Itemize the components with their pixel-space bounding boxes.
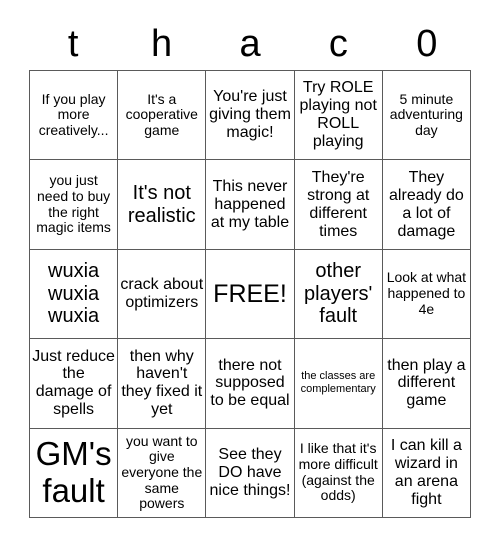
bingo-card: t h a c 0 If you play more creatively...… xyxy=(0,0,500,544)
header-letter-2: h xyxy=(151,23,173,65)
bingo-cell-label: then play a different game xyxy=(387,356,466,410)
bingo-cell[interactable]: You're just giving them magic! xyxy=(206,71,295,161)
bingo-cell-label: Try ROLE playing not ROLL playing xyxy=(299,79,377,151)
bingo-cell-label: I can kill a wizard in an arena fight xyxy=(390,436,462,508)
bingo-cell[interactable]: Look at what happened to 4e xyxy=(382,249,471,340)
header-letter-1: t xyxy=(67,23,79,65)
bingo-cell-label: I like that it's more difficult (against… xyxy=(298,440,378,504)
bingo-cell-label: If you play more creatively... xyxy=(38,90,109,139)
bingo-cell[interactable]: 5 minute adventuring day xyxy=(382,71,471,161)
bingo-cell[interactable]: See they DO have nice things! xyxy=(206,428,295,518)
bingo-cell[interactable]: They're strong at different times xyxy=(294,160,383,250)
bingo-cell-label: It's a cooperative game xyxy=(125,90,198,139)
header-letter-4: c xyxy=(328,23,348,65)
bingo-cell-label: 5 minute adventuring day xyxy=(389,90,463,139)
bingo-cell[interactable]: wuxia wuxia wuxia xyxy=(30,249,119,340)
bingo-cell[interactable]: This never happened at my table xyxy=(206,160,295,250)
bingo-cell[interactable]: then play a different game xyxy=(382,339,471,429)
bingo-cell[interactable]: It's a cooperative game xyxy=(118,71,207,161)
bingo-cell[interactable]: They already do a lot of damage xyxy=(382,160,471,250)
bingo-cell-label: FREE! xyxy=(213,279,287,308)
bingo-cell-label: Look at what happened to 4e xyxy=(386,269,467,317)
bingo-cell[interactable]: Just reduce the damage of spells xyxy=(30,339,119,429)
bingo-header-letters: t h a c 0 xyxy=(29,18,471,70)
bingo-cell-label: This never happened at my table xyxy=(210,177,290,231)
bingo-cell-label: you just need to buy the right magic ite… xyxy=(36,172,111,236)
bingo-cell[interactable]: you just need to buy the right magic ite… xyxy=(30,160,119,250)
bingo-grid: If you play more creatively... It's a co… xyxy=(29,70,471,518)
bingo-cell-label: They already do a lot of damage xyxy=(389,168,464,240)
bingo-cell-label: It's not realistic xyxy=(127,182,196,227)
bingo-cell[interactable]: crack about optimizers xyxy=(118,249,207,340)
bingo-cell[interactable]: there not supposed to be equal xyxy=(206,339,295,429)
header-letter-3: a xyxy=(239,23,261,65)
bingo-cell[interactable]: Try ROLE playing not ROLL playing xyxy=(294,71,383,161)
bingo-cell[interactable]: you want to give everyone the same power… xyxy=(118,428,207,518)
bingo-cell[interactable]: then why haven't they fixed it yet xyxy=(118,339,207,429)
header-letter-5: 0 xyxy=(416,23,438,65)
bingo-cell-label: wuxia wuxia wuxia xyxy=(48,260,100,328)
bingo-cell-label: You're just giving them magic! xyxy=(209,88,291,142)
bingo-cell-label: the classes are complementary xyxy=(300,370,376,396)
bingo-cell[interactable]: If you play more creatively... xyxy=(30,71,119,161)
bingo-cell-label: Just reduce the damage of spells xyxy=(32,347,115,419)
bingo-cell-free[interactable]: FREE! xyxy=(206,249,295,340)
bingo-cell-label: GM's fault xyxy=(35,434,112,509)
bingo-cell[interactable]: the classes are complementary xyxy=(294,339,383,429)
bingo-cell-label: you want to give everyone the same power… xyxy=(121,432,203,512)
bingo-cell[interactable]: I can kill a wizard in an arena fight xyxy=(382,428,471,518)
bingo-cell[interactable]: other players' fault xyxy=(294,249,383,340)
bingo-cell-label: They're strong at different times xyxy=(307,168,370,240)
bingo-cell-label: there not supposed to be equal xyxy=(210,356,290,410)
bingo-cell-label: See they DO have nice things! xyxy=(209,445,291,499)
bingo-cell[interactable]: It's not realistic xyxy=(118,160,207,250)
bingo-cell[interactable]: GM's fault xyxy=(30,428,119,518)
bingo-cell[interactable]: I like that it's more difficult (against… xyxy=(294,428,383,518)
bingo-cell-label: crack about optimizers xyxy=(120,276,204,311)
bingo-cell-label: other players' fault xyxy=(304,260,373,328)
bingo-cell-label: then why haven't they fixed it yet xyxy=(121,347,203,419)
